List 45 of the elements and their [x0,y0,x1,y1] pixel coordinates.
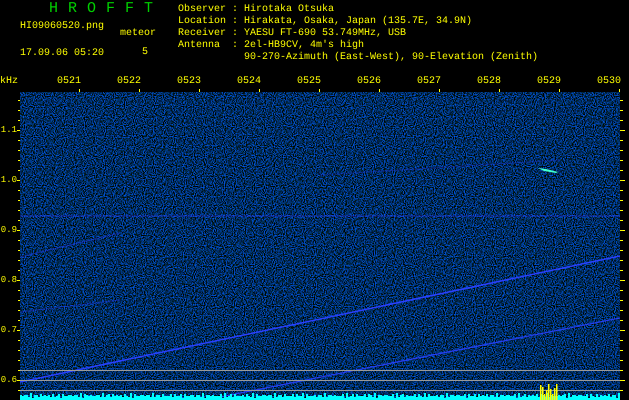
info-value: 2el-HB9CV, 4m's high [244,40,364,51]
info-key: Receiver [178,28,226,39]
time-label: 0524 [237,76,262,88]
time-label: 0530 [597,76,622,88]
tick-mark [199,89,200,92]
time-label: 0525 [297,76,322,88]
info-value: 90-270-Azimuth (East-West), 90-Elevation (Zenith) [244,52,538,63]
frequency-label: 1.1 [0,124,17,136]
info-separator: : [232,4,238,15]
info-separator: : [232,28,238,39]
tick-mark [79,89,80,92]
meteor-count: 5 [142,47,148,58]
tick-mark [259,89,260,92]
time-label: 0527 [417,76,442,88]
meteor-label: meteor [120,28,156,39]
time-label: 0523 [177,76,202,88]
time-label: 0528 [477,76,502,88]
frequency-label: 0.9 [0,224,17,236]
tick-mark [139,89,140,92]
tick-mark [559,89,560,92]
tick-mark [379,89,380,92]
info-value: Hirakata, Osaka, Japan (135.7E, 34.9N) [244,16,472,27]
time-label: 0526 [357,76,382,88]
tick-mark [439,89,440,92]
info-separator: : [232,16,238,27]
info-value: YAESU FT-690 53.749MHz, USB [244,28,406,39]
info-key: Location [178,16,226,27]
time-label: 0521 [57,76,82,88]
date-time: 17.09.06 05:20 [20,48,104,59]
file-name: HI09060520.png [20,21,106,34]
tick-mark [619,89,620,92]
frequency-label: 0.6 [0,374,17,386]
tick-mark [319,89,320,92]
time-label: 0529 [537,76,562,88]
frequency-label: 0.8 [0,274,17,286]
info-separator: : [232,40,238,51]
frequency-label: 1.0 [0,174,17,186]
info-key: Antenna [178,40,220,51]
info-key: Observer [178,4,226,15]
axis-unit: kHz [0,76,18,87]
tick-mark [499,89,500,92]
info-value: Hirotaka Otsuka [244,4,334,15]
time-label: 0522 [117,76,142,88]
app-title: H R O F F T [48,0,154,17]
frequency-label: 0.7 [0,324,17,336]
